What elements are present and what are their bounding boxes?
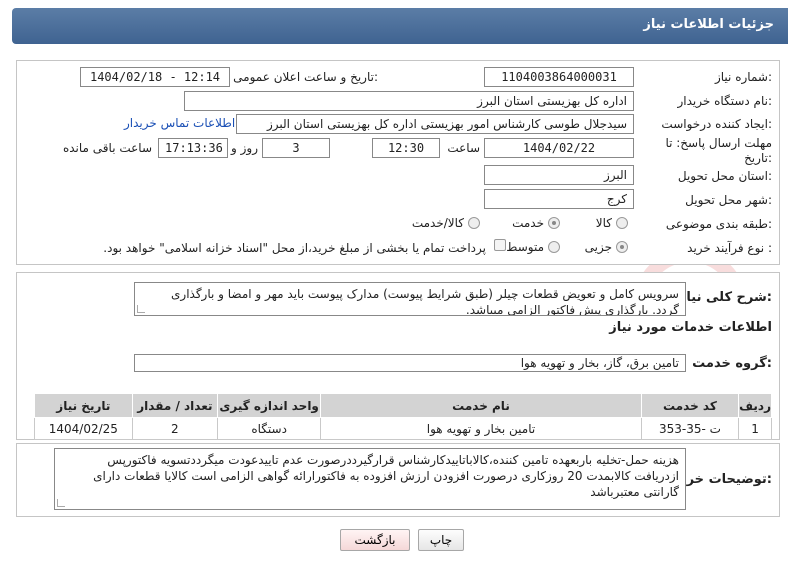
cell-unit: دستگاه bbox=[217, 417, 322, 440]
buyer-contact-link[interactable]: اطلاعات تماس خریدار bbox=[124, 116, 235, 130]
remaining-time-label: ساعت باقی مانده bbox=[62, 141, 152, 155]
remaining-time-field[interactable]: 17:13:36 bbox=[158, 138, 228, 158]
category-option-goods-service[interactable]: کالا/خدمت bbox=[412, 216, 480, 230]
page-title: جزئیات اطلاعات نیاز bbox=[643, 17, 774, 32]
treasury-checkbox[interactable] bbox=[494, 239, 506, 251]
resize-grip-icon[interactable] bbox=[57, 499, 65, 507]
table-header-row: ردیف کد خدمت نام خدمت واحد اندازه گیری ت… bbox=[34, 393, 772, 418]
announce-label: تاریخ و ساعت اعلان عمومی: bbox=[233, 70, 378, 84]
deadline-date-field[interactable]: 1404/02/22 bbox=[484, 138, 634, 158]
process-option-minor[interactable]: جزیی bbox=[585, 240, 628, 254]
buyer-field[interactable]: اداره کل بهزیستی استان البرز bbox=[184, 91, 634, 111]
cell-service-code: ت -35-353 bbox=[640, 417, 740, 440]
buyer-notes-textarea[interactable]: هزینه حمل-تخلیه باربعهده تامین کننده،کال… bbox=[54, 448, 686, 510]
deadline-time-label: ساعت bbox=[447, 141, 480, 155]
service-group-label: گروه خدمت: bbox=[692, 356, 772, 371]
buyer-label: نام دستگاه خریدار: bbox=[677, 94, 773, 108]
deadline-time-field[interactable]: 12:30 bbox=[372, 138, 440, 158]
column-header-need-date: تاریخ نیاز bbox=[34, 393, 133, 418]
days-label: روز و bbox=[231, 141, 258, 155]
description-text: سرویس کامل و تعویض قطعات چیلر (طبق شرایط… bbox=[171, 287, 679, 316]
creator-field[interactable]: سیدجلال طوسی کارشناس امور بهزیستی اداره … bbox=[236, 114, 634, 134]
radio-circle[interactable] bbox=[548, 241, 560, 253]
description-textarea[interactable]: سرویس کامل و تعویض قطعات چیلر (طبق شرایط… bbox=[134, 282, 686, 316]
cell-quantity: 2 bbox=[131, 417, 219, 440]
service-group-field[interactable]: تامین برق، گاز، بخار و تهویه هوا bbox=[134, 354, 686, 372]
creator-label: ایجاد کننده درخواست: bbox=[661, 117, 772, 131]
table-row[interactable]: 1 ت -35-353 تامین بخار و تهویه هوا دستگا… bbox=[34, 417, 772, 440]
days-remaining-field[interactable]: 3 bbox=[262, 138, 330, 158]
cell-row-number: 1 bbox=[738, 417, 772, 440]
city-field[interactable]: کرج bbox=[484, 189, 634, 209]
column-header-service-code: کد خدمت bbox=[640, 393, 740, 418]
column-header-unit: واحد اندازه گیری bbox=[217, 393, 322, 418]
category-option-goods[interactable]: کالا bbox=[596, 216, 628, 230]
services-section-title: اطلاعات خدمات مورد نیاز bbox=[609, 320, 772, 335]
column-header-quantity: تعداد / مقدار bbox=[131, 393, 219, 418]
process-option-medium[interactable]: متوسط bbox=[506, 240, 560, 254]
category-option-service[interactable]: خدمت bbox=[512, 216, 560, 230]
back-button[interactable]: بازگشت bbox=[340, 529, 410, 551]
cell-need-date: 1404/02/25 bbox=[34, 417, 133, 440]
resize-grip-icon[interactable] bbox=[137, 305, 145, 313]
column-header-row-number: ردیف bbox=[738, 393, 772, 418]
radio-circle[interactable] bbox=[468, 217, 480, 229]
description-label: شرح کلی نیاز: bbox=[678, 290, 772, 305]
cell-service-name: تامین بخار و تهویه هوا bbox=[320, 417, 642, 440]
print-button[interactable]: چاپ bbox=[418, 529, 464, 551]
announce-field[interactable]: 1404/02/18 - 12:14 bbox=[80, 67, 230, 87]
category-label: طبقه بندی موضوعی: bbox=[665, 217, 772, 231]
services-table: ردیف کد خدمت نام خدمت واحد اندازه گیری ت… bbox=[34, 393, 772, 440]
need-number-label: شماره نیاز: bbox=[714, 70, 772, 84]
radio-circle-selected[interactable] bbox=[548, 217, 560, 229]
deadline-label-line1: مهلت ارسال پاسخ: تا bbox=[665, 136, 772, 150]
province-field[interactable]: البرز bbox=[484, 165, 634, 185]
need-number-field[interactable]: 1104003864000031 bbox=[484, 67, 634, 87]
radio-circle-selected[interactable] bbox=[616, 241, 628, 253]
province-label: استان محل تحویل: bbox=[677, 169, 772, 183]
payment-note: پرداخت تمام یا بخشی از مبلغ خرید،از محل … bbox=[103, 241, 486, 255]
column-header-service-name: نام خدمت bbox=[320, 393, 642, 418]
process-label: نوع فرآیند خرید : bbox=[687, 241, 772, 255]
radio-circle[interactable] bbox=[616, 217, 628, 229]
page-header: جزئیات اطلاعات نیاز bbox=[12, 8, 788, 44]
city-label: شهر محل تحویل: bbox=[685, 193, 772, 207]
deadline-label-line2: تاریخ: bbox=[744, 151, 772, 165]
buyer-notes-text: هزینه حمل-تخلیه باربعهده تامین کننده،کال… bbox=[93, 453, 679, 499]
